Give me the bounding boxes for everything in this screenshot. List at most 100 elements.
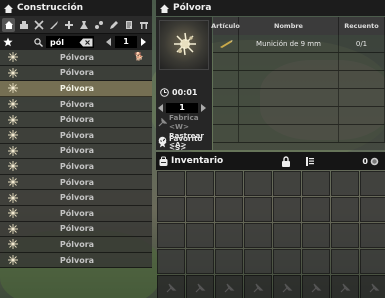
coin-icon	[370, 157, 379, 166]
gunpowder-icon	[6, 223, 20, 235]
lock-icon[interactable]	[281, 155, 291, 167]
inventory-slot[interactable]	[273, 223, 301, 248]
inventory-slot[interactable]	[302, 197, 330, 222]
inventory-slot[interactable]	[273, 275, 301, 298]
inventory-slot[interactable]	[302, 171, 330, 196]
category-medical-icon[interactable]	[62, 18, 75, 32]
search-bar: 1	[0, 34, 152, 50]
inventory-slot[interactable]	[331, 171, 359, 196]
category-tools-icon[interactable]	[32, 18, 45, 32]
count-increase-icon[interactable]	[200, 103, 206, 112]
inventory-slot[interactable]	[215, 223, 243, 248]
dog-icon: 🐕	[134, 52, 144, 61]
clock-icon	[160, 88, 169, 97]
inventory-slot[interactable]	[244, 197, 272, 222]
inventory-slot[interactable]	[360, 171, 385, 196]
gunpowder-icon	[6, 114, 20, 126]
inventory-slot[interactable]	[273, 171, 301, 196]
inventory-slot[interactable]	[244, 171, 272, 196]
inventory-slot[interactable]	[331, 275, 359, 298]
inventory-slot[interactable]	[157, 171, 185, 196]
recipe-row[interactable]: Pólvora	[0, 205, 152, 222]
favorite-button[interactable]: Favorito <S>	[158, 134, 212, 152]
category-scroll-icon[interactable]	[122, 18, 135, 32]
locked-slot-icon	[340, 283, 351, 292]
category-building-icon[interactable]	[17, 18, 30, 32]
inventory-slot[interactable]	[244, 223, 272, 248]
recipe-row[interactable]: Pólvora	[0, 252, 152, 269]
gunpowder-icon	[6, 67, 20, 79]
ingredient-count: 0/1	[339, 35, 385, 52]
money-count: 0	[362, 156, 368, 166]
inventory-slot[interactable]	[186, 249, 214, 274]
recipe-row[interactable]: Pólvora	[0, 127, 152, 144]
recipe-name: Pólvora	[59, 208, 95, 218]
category-bar	[0, 16, 152, 34]
inventory-slot[interactable]	[157, 223, 185, 248]
inventory-slot[interactable]	[302, 223, 330, 248]
inventory-slot[interactable]	[273, 249, 301, 274]
recipe-row[interactable]: Pólvora	[0, 237, 152, 253]
ingredients-table: Artículo Nombre Recuento Munición de 9 m…	[211, 17, 385, 150]
inventory-slot[interactable]	[186, 171, 214, 196]
category-workbench-icon[interactable]	[137, 18, 150, 32]
recipe-row[interactable]: Pólvora	[0, 65, 152, 82]
inventory-slot[interactable]	[360, 197, 385, 222]
inventory-panel: Inventario 0	[156, 152, 385, 298]
inventory-slot[interactable]	[331, 223, 359, 248]
inventory-slot[interactable]	[157, 249, 185, 274]
craft-button[interactable]: Fabrica <W>	[158, 113, 212, 131]
inventory-slot[interactable]	[215, 171, 243, 196]
recipe-detail-panel: Pólvora 00:01 1 Fabrica <W> Rastrear <A>…	[156, 0, 385, 152]
gunpowder-icon	[6, 238, 20, 250]
recipe-row[interactable]: Pólvora	[0, 143, 152, 160]
inventory-slot[interactable]	[215, 275, 243, 298]
inventory-slot[interactable]	[244, 275, 272, 298]
recipe-row[interactable]: Pólvora	[0, 174, 152, 191]
inventory-slot[interactable]	[360, 223, 385, 248]
recipe-row[interactable]: Pólvora	[0, 112, 152, 128]
inventory-slot[interactable]	[186, 197, 214, 222]
recipe-row[interactable]: Pólvora	[0, 96, 152, 113]
sort-icon[interactable]	[305, 156, 315, 167]
inventory-slot[interactable]	[331, 197, 359, 222]
category-pencil-icon[interactable]	[107, 18, 120, 32]
craft-count-value[interactable]: 1	[166, 102, 198, 113]
recipe-name: Pólvora	[59, 177, 95, 187]
recipe-row[interactable]: Pólvora	[0, 221, 152, 238]
inventory-slot[interactable]	[186, 223, 214, 248]
page-number[interactable]: 1	[115, 36, 137, 48]
inventory-slot[interactable]	[186, 275, 214, 298]
page-next-icon[interactable]	[140, 38, 146, 46]
category-chemistry-icon[interactable]	[77, 18, 90, 32]
inventory-slot[interactable]	[215, 197, 243, 222]
category-home-icon[interactable]	[2, 17, 15, 32]
search-icon	[34, 37, 43, 47]
category-science-icon[interactable]	[92, 18, 105, 32]
favorites-star-icon[interactable]	[2, 37, 14, 47]
page-prev-icon[interactable]	[106, 38, 112, 46]
table-row[interactable]: Munición de 9 mm 0/1	[213, 35, 385, 53]
inventory-slot[interactable]	[157, 275, 185, 298]
inventory-slot[interactable]	[302, 275, 330, 298]
recipe-row[interactable]: Pólvora	[0, 159, 152, 175]
gunpowder-icon	[6, 129, 20, 141]
inventory-slot[interactable]	[157, 197, 185, 222]
recipe-row[interactable]: Pólvora 🐕	[0, 50, 152, 66]
detail-side-column: 00:01 1 Fabrica <W> Rastrear <A>	[156, 17, 212, 150]
inventory-slot[interactable]	[360, 249, 385, 274]
inventory-slot[interactable]	[215, 249, 243, 274]
category-weapon-icon[interactable]	[47, 18, 60, 32]
inventory-slot[interactable]	[331, 249, 359, 274]
recipe-row[interactable]: Pólvora	[0, 81, 152, 97]
clear-search-icon[interactable]	[79, 38, 93, 47]
inventory-slot[interactable]	[244, 249, 272, 274]
inventory-slot[interactable]	[273, 197, 301, 222]
backpack-icon	[158, 156, 169, 167]
inventory-slot[interactable]	[302, 249, 330, 274]
recipe-name: Pólvora	[59, 115, 95, 125]
recipe-row[interactable]: Pólvora	[0, 190, 152, 206]
count-decrease-icon[interactable]	[158, 103, 164, 112]
table-row	[213, 53, 385, 71]
inventory-slot[interactable]	[360, 275, 385, 298]
